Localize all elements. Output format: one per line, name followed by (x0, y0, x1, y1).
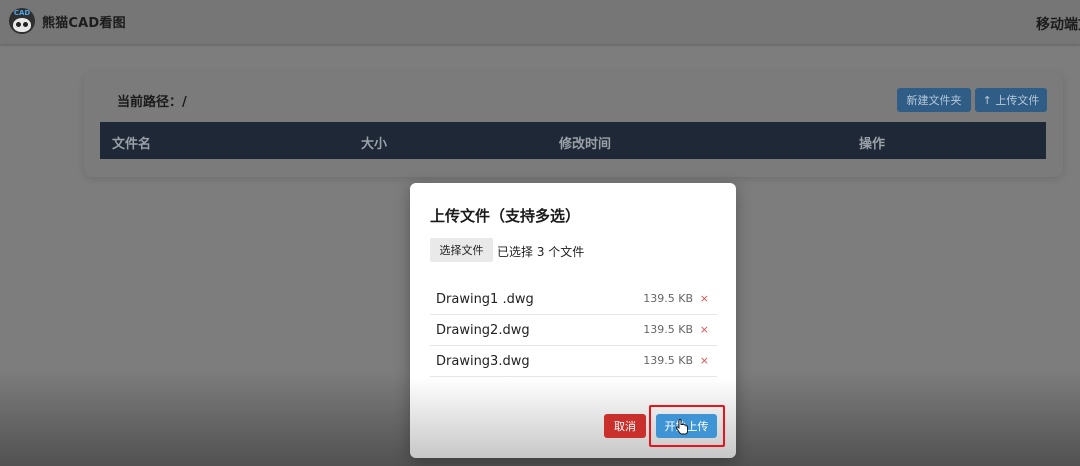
file-list-item: Drawing1 .dwg 139.5 KB × (430, 284, 717, 315)
file-list-item: Drawing2.dwg 139.5 KB × (430, 315, 717, 346)
column-header-actions: 操作 (859, 137, 886, 152)
file-name: Drawing1 .dwg (436, 292, 534, 307)
file-panel: 当前路径：/ 新建文件夹 ↑ 上传文件 文件名 大小 修改时间 操作 (84, 72, 1063, 177)
choose-files-button[interactable]: 选择文件 (430, 238, 493, 262)
remove-file-icon[interactable]: × (700, 354, 709, 367)
file-name: Drawing2.dwg (436, 323, 530, 338)
file-table-header: 文件名 大小 修改时间 操作 (100, 122, 1046, 159)
panda-logo-icon[interactable]: CAD (9, 8, 35, 34)
upload-modal: 上传文件（支持多选） 选择文件 已选择 3 个文件 Drawing1 .dwg … (410, 183, 736, 458)
app-root: CAD 熊猫CAD看图 移动端文 当前路径：/ 新建文件夹 ↑ 上传文件 文件名… (0, 0, 1080, 466)
column-header-size[interactable]: 大小 (361, 133, 387, 152)
file-size: 139.5 KB (643, 292, 693, 305)
selected-files-status: 已选择 3 个文件 (497, 245, 585, 259)
logo-text: CAD (13, 9, 31, 17)
file-size: 139.5 KB (643, 354, 693, 367)
modal-title: 上传文件（支持多选） (430, 207, 581, 225)
cancel-button[interactable]: 取消 (604, 414, 646, 438)
column-header-filename[interactable]: 文件名 (112, 133, 151, 152)
upload-file-button[interactable]: ↑ 上传文件 (975, 88, 1047, 112)
selected-file-list: Drawing1 .dwg 139.5 KB × Drawing2.dwg 13… (430, 284, 717, 377)
logo-face (13, 18, 31, 32)
file-list-item: Drawing3.dwg 139.5 KB × (430, 346, 717, 377)
column-header-modified[interactable]: 修改时间 (559, 133, 611, 152)
current-path: 当前路径：/ (117, 95, 187, 110)
new-folder-button[interactable]: 新建文件夹 (897, 88, 971, 112)
file-name: Drawing3.dwg (436, 354, 530, 369)
file-size: 139.5 KB (643, 323, 693, 336)
remove-file-icon[interactable]: × (700, 292, 709, 305)
pointer-cursor-icon (675, 419, 688, 435)
remove-file-icon[interactable]: × (700, 323, 709, 336)
app-title[interactable]: 熊猫CAD看图 (42, 12, 126, 31)
mobile-link[interactable]: 移动端文 (1036, 14, 1080, 34)
top-bar: CAD 熊猫CAD看图 移动端文 (0, 0, 1080, 44)
